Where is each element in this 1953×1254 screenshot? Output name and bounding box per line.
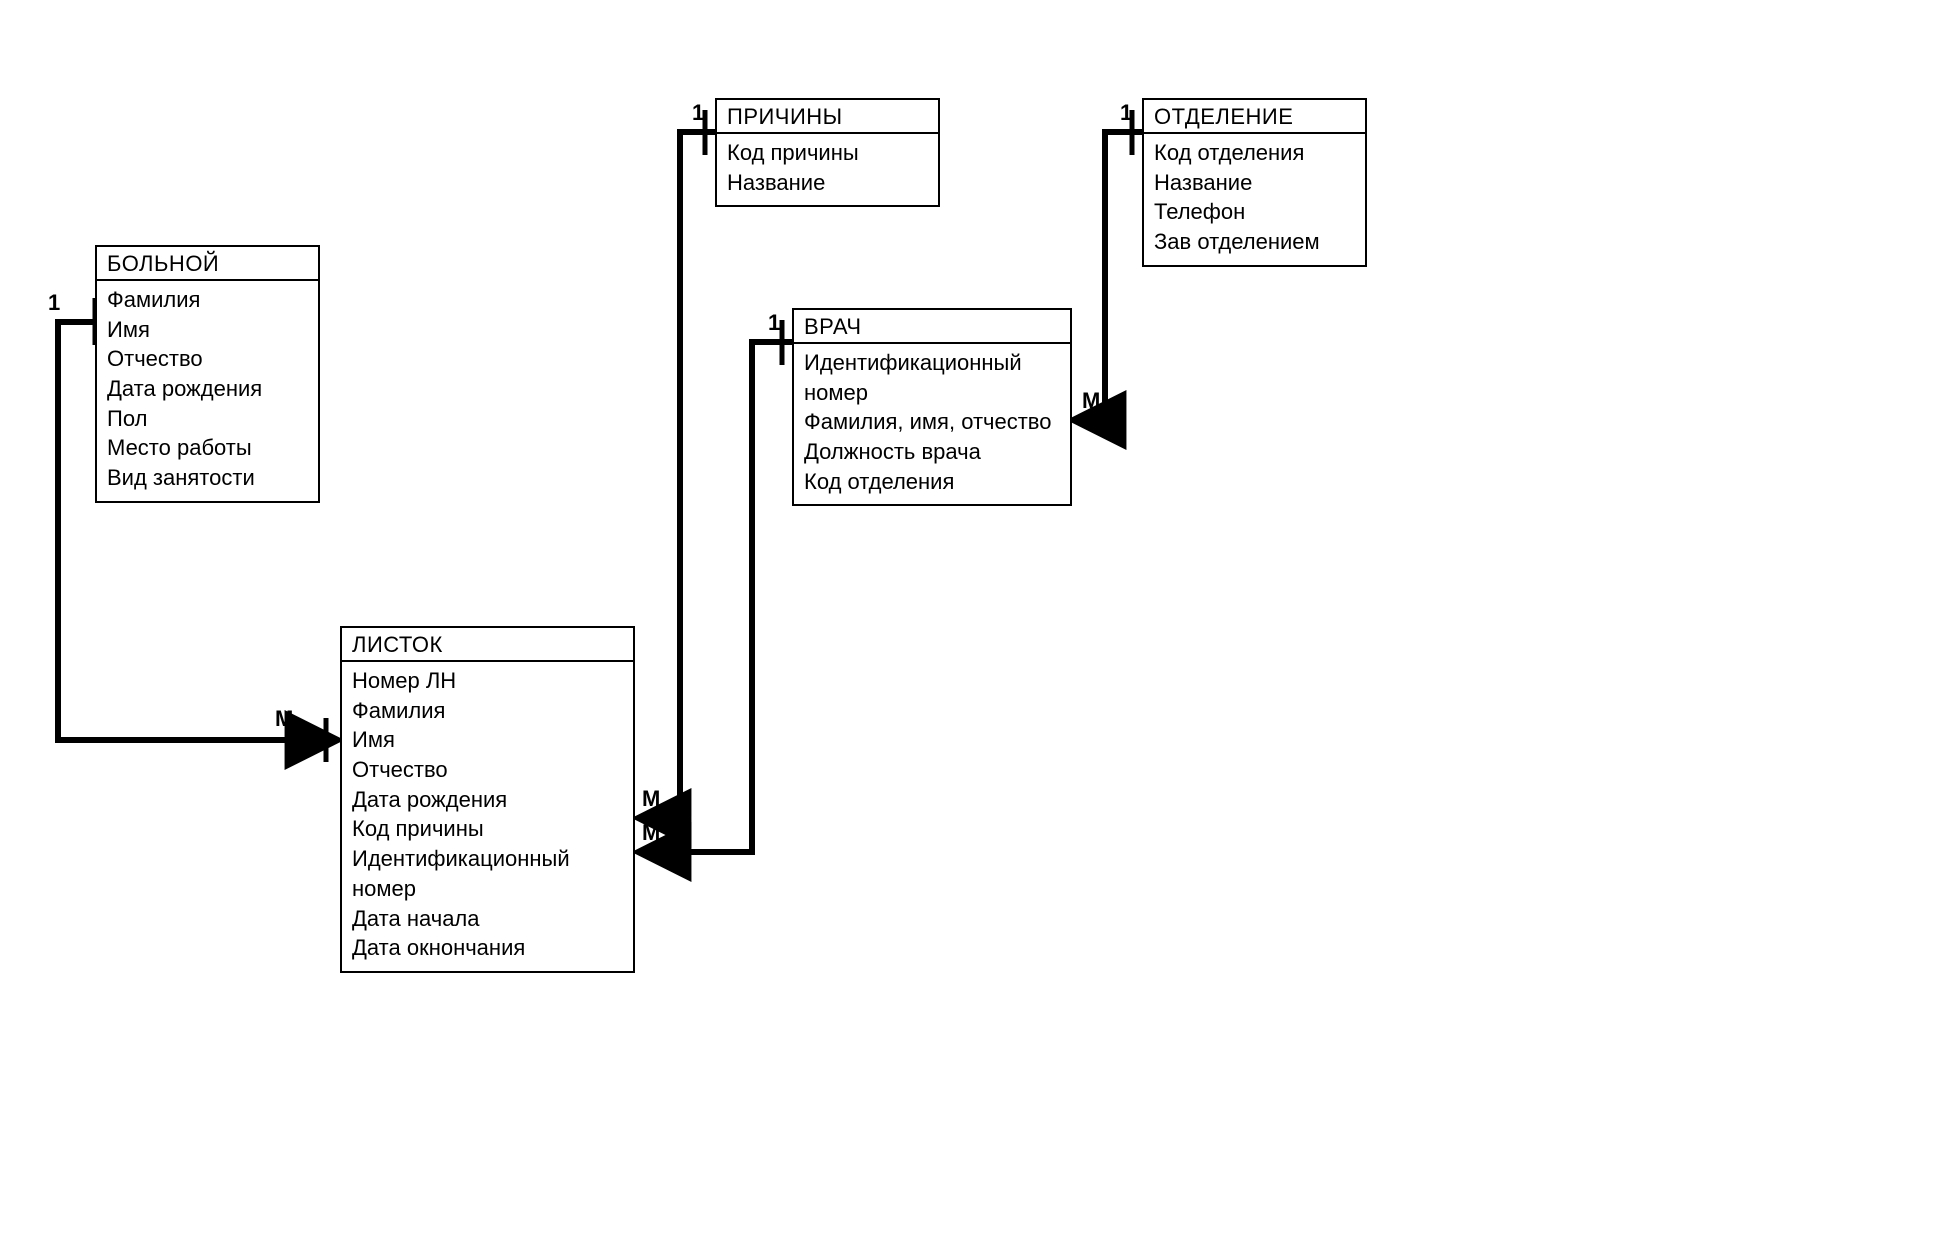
attr: Зав отделением xyxy=(1154,227,1355,257)
attr: Должность врача xyxy=(804,437,1060,467)
connectors xyxy=(0,0,1953,1254)
entity-patient-attrs: Фамилия Имя Отчество Дата рождения Пол М… xyxy=(97,281,318,501)
attr: Дата рождения xyxy=(107,374,308,404)
attr: Код отделения xyxy=(804,467,1060,497)
attr: Место работы xyxy=(107,433,308,463)
attr: Код отделения xyxy=(1154,138,1355,168)
entity-doctor-attrs: Идентификационный номер Фамилия, имя, от… xyxy=(794,344,1070,504)
entity-doctor: ВРАЧ Идентификационный номер Фамилия, им… xyxy=(792,308,1072,506)
card-doctor-from-department-many: М xyxy=(1082,388,1100,414)
entity-department-title: ОТДЕЛЕНИЕ xyxy=(1144,100,1365,134)
entity-patient-title: БОЛЬНОЙ xyxy=(97,247,318,281)
attr: Номер ЛН xyxy=(352,666,623,696)
entity-patient: БОЛЬНОЙ Фамилия Имя Отчество Дата рожден… xyxy=(95,245,320,503)
entity-reasons: ПРИЧИНЫ Код причины Название xyxy=(715,98,940,207)
attr: Код причины xyxy=(727,138,928,168)
attr: Дата окнончания xyxy=(352,933,623,963)
card-patient-one: 1 xyxy=(48,290,60,316)
attr: Имя xyxy=(352,725,623,755)
entity-sheet-attrs: Номер ЛН Фамилия Имя Отчество Дата рожде… xyxy=(342,662,633,971)
card-department-one: 1 xyxy=(1120,100,1132,126)
attr: Телефон xyxy=(1154,197,1355,227)
attr: Идентификационный номер xyxy=(804,348,1060,407)
attr: Фамилия xyxy=(352,696,623,726)
attr: Код причины xyxy=(352,814,623,844)
attr: Пол xyxy=(107,404,308,434)
attr: Название xyxy=(1154,168,1355,198)
attr: Отчество xyxy=(107,344,308,374)
attr: Имя xyxy=(107,315,308,345)
attr: Название xyxy=(727,168,928,198)
attr: Фамилия xyxy=(107,285,308,315)
er-diagram-canvas: БОЛЬНОЙ Фамилия Имя Отчество Дата рожден… xyxy=(0,0,1953,1254)
attr: Отчество xyxy=(352,755,623,785)
entity-department: ОТДЕЛЕНИЕ Код отделения Название Телефон… xyxy=(1142,98,1367,267)
card-sheet-from-patient-many: М xyxy=(275,706,293,732)
entity-reasons-attrs: Код причины Название xyxy=(717,134,938,205)
entity-reasons-title: ПРИЧИНЫ xyxy=(717,100,938,134)
attr: Вид занятости xyxy=(107,463,308,493)
card-reasons-one: 1 xyxy=(692,100,704,126)
entity-doctor-title: ВРАЧ xyxy=(794,310,1070,344)
card-doctor-one: 1 xyxy=(768,310,780,336)
attr: Дата начала xyxy=(352,904,623,934)
attr: Идентификационный номер xyxy=(352,844,623,903)
entity-sheet-title: ЛИСТОК xyxy=(342,628,633,662)
card-sheet-from-doctor-many: М xyxy=(642,820,660,846)
attr: Дата рождения xyxy=(352,785,623,815)
card-sheet-from-reasons-many: М xyxy=(642,786,660,812)
entity-sheet: ЛИСТОК Номер ЛН Фамилия Имя Отчество Дат… xyxy=(340,626,635,973)
attr: Фамилия, имя, отчество xyxy=(804,407,1060,437)
entity-department-attrs: Код отделения Название Телефон Зав отдел… xyxy=(1144,134,1365,265)
